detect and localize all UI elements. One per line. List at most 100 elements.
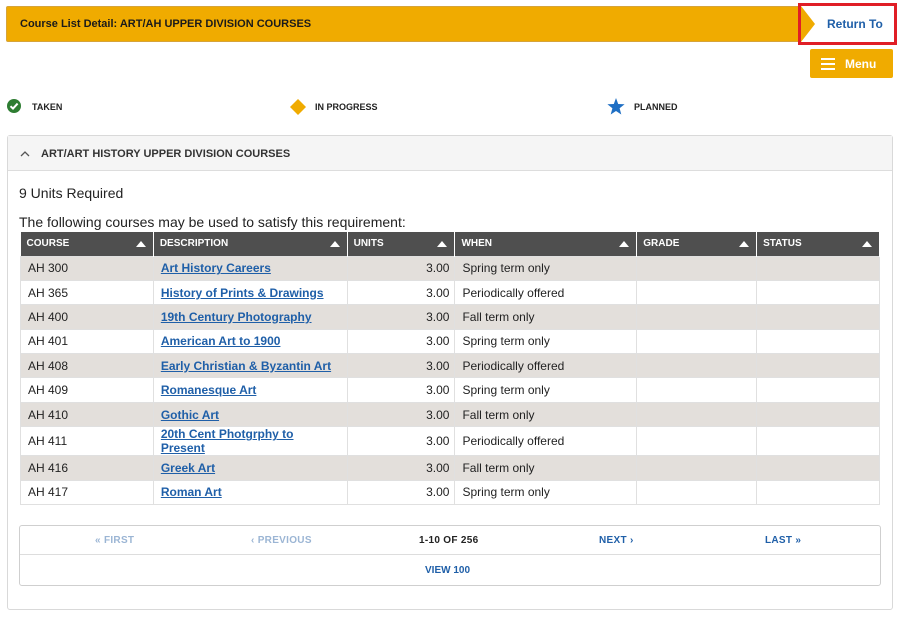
column-header-grade[interactable]: GRADE (636, 232, 758, 256)
column-header-status[interactable]: STATUS (756, 232, 880, 256)
course-when: Fall term only (454, 455, 638, 481)
course-description: Greek Art (152, 455, 348, 481)
panel-heading: ART/ART HISTORY UPPER DIVISION COURSES (41, 148, 291, 160)
menu-button[interactable]: Menu (810, 49, 893, 78)
course-status (756, 377, 880, 403)
course-code: AH 410 (20, 401, 154, 428)
course-units: 3.00 (346, 304, 456, 330)
table-row: AH 365 History of Prints & Drawings 3.00… (20, 279, 880, 306)
return-arrow-notch (801, 6, 815, 42)
legend-planned-label: PLANNED (634, 102, 678, 112)
course-link[interactable]: Romanesque Art (161, 383, 257, 397)
column-header-units[interactable]: UNITS (347, 232, 456, 256)
diamond-icon (290, 99, 306, 115)
course-status (756, 279, 880, 306)
course-code: AH 417 (20, 479, 154, 506)
table-row: AH 401 American Art to 1900 3.00 Spring … (20, 328, 880, 355)
course-grade (636, 426, 758, 457)
course-when: Periodically offered (454, 353, 638, 379)
course-description: Art History Careers (152, 255, 348, 281)
last-page-button[interactable]: LAST » (765, 535, 801, 546)
course-code: AH 409 (20, 377, 154, 403)
hamburger-icon (821, 58, 835, 70)
column-header-when[interactable]: WHEN (454, 232, 638, 256)
course-status (756, 304, 880, 330)
course-code: AH 300 (20, 255, 154, 281)
sort-up-icon (739, 241, 750, 247)
table-row: AH 300 Art History Careers 3.00 Spring t… (20, 255, 880, 281)
course-link[interactable]: Art History Careers (161, 261, 271, 275)
course-when: Periodically offered (454, 426, 638, 457)
table-row: AH 410 Gothic Art 3.00 Fall term only (20, 401, 880, 428)
table-row: AH 408 Early Christian & Byzantin Art 3.… (20, 353, 880, 379)
course-link[interactable]: Greek Art (161, 461, 215, 475)
sort-up-icon (135, 241, 146, 247)
course-status (756, 455, 880, 481)
table-row: AH 409 Romanesque Art 3.00 Spring term o… (20, 377, 880, 403)
course-code: AH 401 (20, 328, 154, 355)
course-description: Gothic Art (152, 401, 348, 428)
course-description: American Art to 1900 (152, 328, 348, 355)
course-code: AH 400 (20, 304, 154, 330)
course-status (756, 401, 880, 428)
sort-up-icon (619, 241, 630, 247)
chevron-up-icon (20, 151, 30, 157)
course-link[interactable]: Early Christian & Byzantin Art (161, 359, 331, 373)
course-grade (636, 377, 758, 403)
course-link[interactable]: History of Prints & Drawings (161, 286, 324, 300)
return-to-highlight: Return To (798, 3, 897, 45)
course-status (756, 255, 880, 281)
table-row: AH 400 19th Century Photography 3.00 Fal… (20, 304, 880, 330)
course-units: 3.00 (346, 353, 456, 379)
course-link[interactable]: 20th Cent Photgrphy to Present (161, 427, 294, 455)
pagination: « FIRST ‹ PREVIOUS 1-10 OF 256 NEXT › LA… (19, 525, 881, 586)
panel-header[interactable]: ART/ART HISTORY UPPER DIVISION COURSES (8, 136, 892, 171)
sort-up-icon (437, 241, 448, 247)
star-icon (607, 98, 625, 115)
course-units: 3.00 (346, 401, 456, 428)
course-when: Fall term only (454, 401, 638, 428)
return-to-button[interactable]: Return To (801, 6, 894, 42)
course-units: 3.00 (346, 455, 456, 481)
menu-label: Menu (845, 57, 877, 71)
course-code: AH 416 (20, 455, 154, 481)
course-link[interactable]: American Art to 1900 (161, 334, 281, 348)
course-when: Fall term only (454, 304, 638, 330)
legend-in-progress-label: IN PROGRESS (315, 102, 378, 112)
view-100-button[interactable]: VIEW 100 (425, 565, 470, 576)
course-when: Periodically offered (454, 279, 638, 306)
course-link[interactable]: Roman Art (161, 485, 222, 499)
course-units: 3.00 (346, 426, 456, 457)
next-page-button[interactable]: NEXT › (599, 535, 634, 546)
return-to-label: Return To (827, 17, 883, 31)
column-header-course[interactable]: COURSE (20, 232, 154, 256)
table-row: AH 417 Roman Art 3.00 Spring term only (20, 479, 880, 506)
course-table: COURSE DESCRIPTION UNITS WHEN GRADE STAT… (20, 232, 880, 506)
course-grade (636, 353, 758, 379)
page-range: 1-10 OF 256 (419, 535, 479, 546)
course-units: 3.00 (346, 279, 456, 306)
column-header-description[interactable]: DESCRIPTION (153, 232, 348, 256)
course-description: Roman Art (152, 479, 348, 506)
course-status (756, 328, 880, 355)
course-grade (636, 455, 758, 481)
course-grade (636, 328, 758, 355)
course-code: AH 365 (20, 279, 154, 306)
course-when: Spring term only (454, 377, 638, 403)
pagination-nav-row: « FIRST ‹ PREVIOUS 1-10 OF 256 NEXT › LA… (20, 526, 880, 555)
course-link[interactable]: Gothic Art (161, 408, 219, 422)
course-link[interactable]: 19th Century Photography (161, 310, 312, 324)
table-row: AH 411 20th Cent Photgrphy to Present 3.… (20, 426, 880, 457)
course-units: 3.00 (346, 328, 456, 355)
course-when: Spring term only (454, 479, 638, 506)
course-status (756, 426, 880, 457)
previous-page-button[interactable]: ‹ PREVIOUS (251, 535, 312, 546)
requirement-instruction: The following courses may be used to sat… (19, 214, 406, 230)
checkmark-circle-icon (7, 99, 21, 113)
course-description: 19th Century Photography (152, 304, 348, 330)
course-grade (636, 304, 758, 330)
first-page-button[interactable]: « FIRST (95, 535, 134, 546)
requirement-panel: ART/ART HISTORY UPPER DIVISION COURSES 9… (7, 135, 893, 610)
course-code: AH 411 (20, 426, 154, 457)
course-description: Romanesque Art (152, 377, 348, 403)
